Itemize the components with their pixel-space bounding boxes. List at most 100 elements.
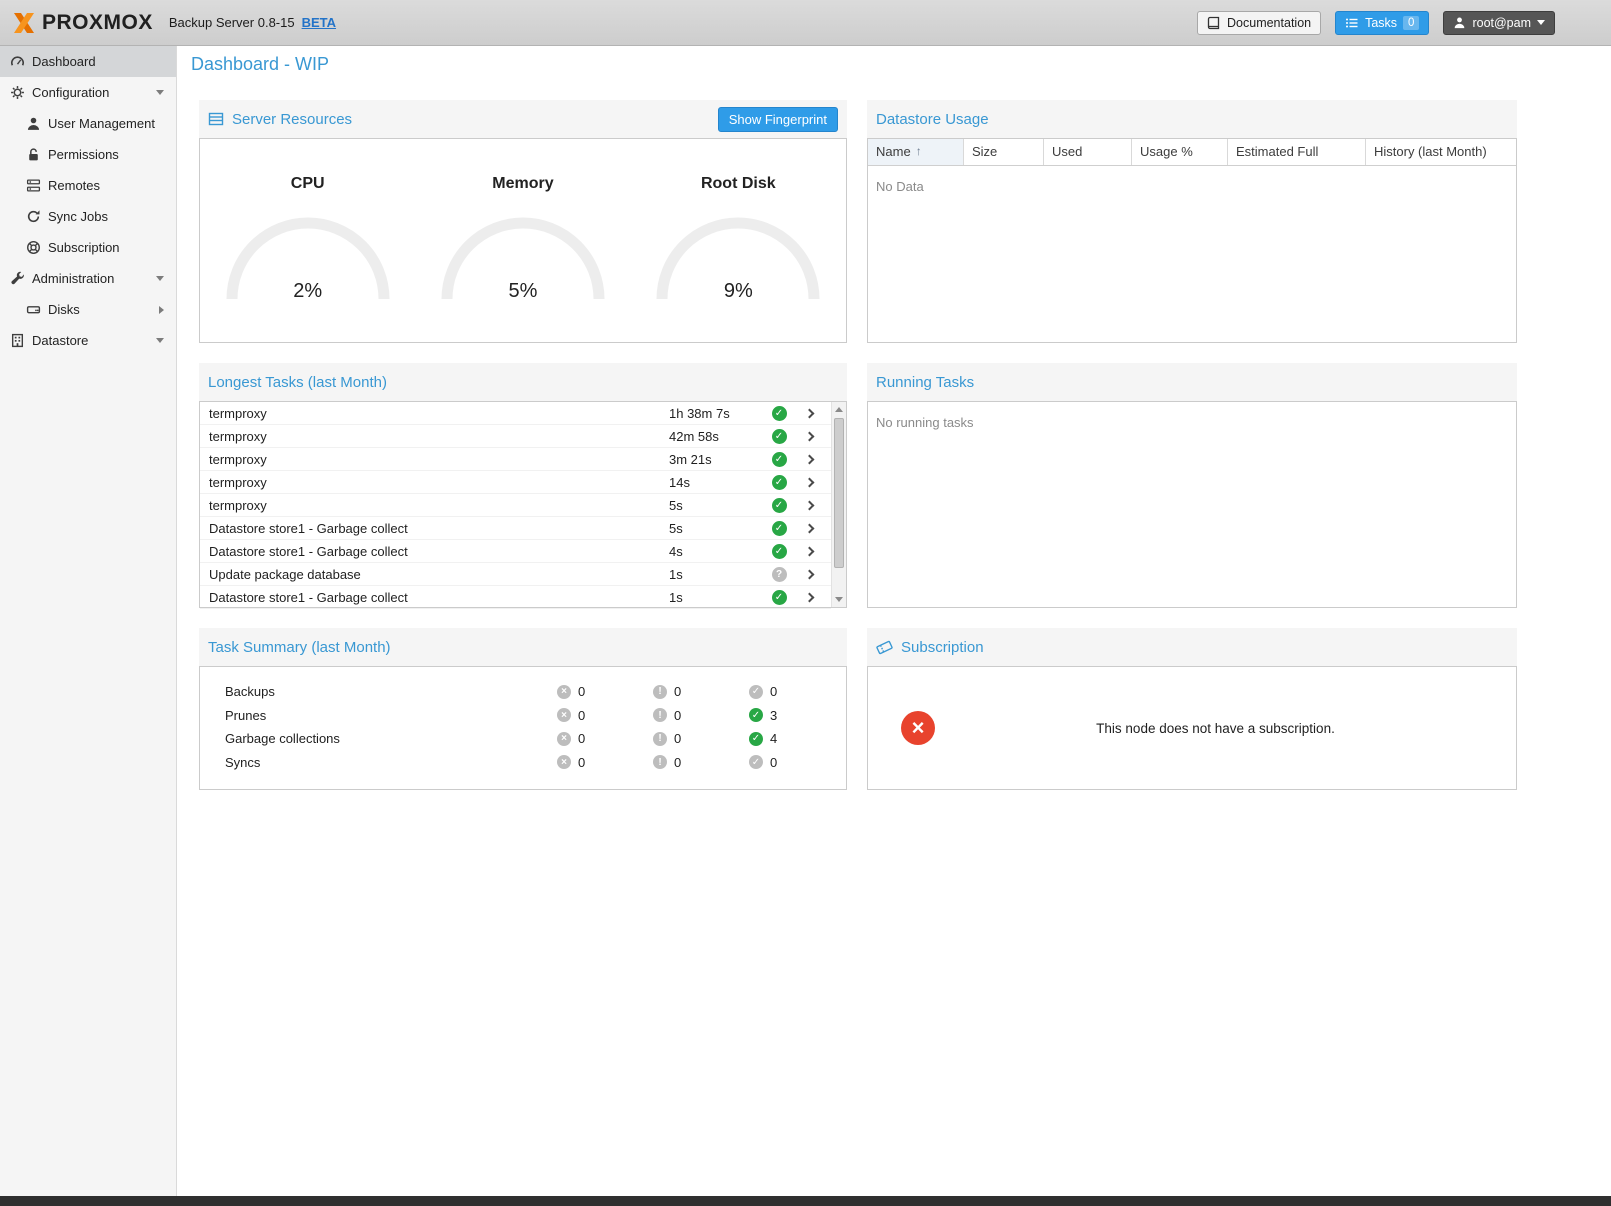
gears-icon — [10, 85, 25, 100]
hdd-icon — [26, 302, 41, 317]
chevron-right-icon — [804, 570, 814, 580]
open-task-button[interactable] — [794, 478, 824, 486]
scroll-up-button[interactable] — [832, 402, 846, 417]
beta-link[interactable]: BETA — [302, 15, 336, 30]
collapse-caret-icon[interactable] — [156, 90, 164, 95]
column-header-estimated-full[interactable]: Estimated Full — [1228, 139, 1366, 165]
book-icon — [1207, 16, 1221, 30]
task-row[interactable]: Datastore store1 - Garbage collect1s ✓ — [200, 586, 831, 609]
task-row[interactable]: Update package database1s ? — [200, 563, 831, 586]
open-task-button[interactable] — [794, 432, 824, 440]
scrollbar-thumb[interactable] — [834, 418, 844, 568]
task-row[interactable]: Datastore store1 - Garbage collect4s ✓ — [200, 540, 831, 563]
logo-wordmark: PROXMOX — [42, 11, 153, 35]
ok-status-icon: ✓ — [772, 498, 787, 513]
panel-title: Subscription — [901, 639, 984, 656]
task-row[interactable]: termproxy1h 38m 7s ✓ — [200, 402, 831, 425]
tasks-count-badge: 0 — [1403, 16, 1419, 30]
chevron-right-icon — [804, 455, 814, 465]
ok-status-icon: ✓ — [772, 452, 787, 467]
wrench-icon — [10, 271, 25, 286]
server-icon — [26, 178, 41, 193]
panel-title: Longest Tasks (last Month) — [208, 374, 387, 391]
cpu-gauge: CPU 2% — [208, 175, 408, 303]
refresh-icon — [26, 209, 41, 224]
task-list-icon — [1345, 16, 1359, 30]
panel-title: Datastore Usage — [876, 111, 989, 128]
user-icon — [1453, 16, 1466, 29]
ok-count-icon: ✓ — [749, 732, 763, 746]
open-task-button[interactable] — [794, 547, 824, 555]
panel-title: Server Resources — [232, 111, 352, 128]
tasks-button[interactable]: Tasks 0 — [1335, 11, 1429, 35]
error-count-icon: × — [557, 732, 571, 746]
server-resources-panel: Server Resources Show Fingerprint CPU 2% — [199, 100, 847, 343]
sidebar-item-sync-jobs[interactable]: Sync Jobs — [0, 201, 176, 232]
error-count-icon: × — [557, 755, 571, 769]
sidebar-item-configuration[interactable]: Configuration — [0, 77, 176, 108]
chevron-right-icon — [804, 501, 814, 511]
error-count-icon: × — [557, 708, 571, 722]
show-fingerprint-button[interactable]: Show Fingerprint — [718, 107, 838, 132]
building-icon — [10, 333, 25, 348]
summary-row-backups: Backups ×0 !0 ✓0 — [200, 680, 846, 704]
sidebar-item-dashboard[interactable]: Dashboard — [0, 46, 176, 77]
sidebar-item-subscription[interactable]: Subscription — [0, 232, 176, 263]
task-row[interactable]: termproxy42m 58s ✓ — [200, 425, 831, 448]
ok-status-icon: ✓ — [772, 521, 787, 536]
top-header: PROXMOX Backup Server 0.8-15 BETA Docume… — [0, 0, 1611, 46]
sidebar-item-disks[interactable]: Disks — [0, 294, 176, 325]
column-header-name[interactable]: Name ↑ — [868, 139, 964, 165]
task-row[interactable]: termproxy3m 21s ✓ — [200, 448, 831, 471]
summary-row-garbage-collections: Garbage collections ×0 !0 ✓4 — [200, 727, 846, 751]
warning-count-icon: ! — [653, 755, 667, 769]
open-task-button[interactable] — [794, 524, 824, 532]
task-row[interactable]: Datastore store1 - Garbage collect5s ✓ — [200, 517, 831, 540]
sidebar-item-user-management[interactable]: User Management — [0, 108, 176, 139]
ok-count-icon: ✓ — [749, 755, 763, 769]
chevron-right-icon — [804, 432, 814, 442]
main-content: Dashboard - WIP Server Resources Show Fi… — [177, 46, 1611, 1196]
collapse-caret-icon[interactable] — [156, 338, 164, 343]
ok-count-icon: ✓ — [749, 708, 763, 722]
unknown-status-icon: ? — [772, 567, 787, 582]
sidebar-item-administration[interactable]: Administration — [0, 263, 176, 294]
column-header-size[interactable]: Size — [964, 139, 1044, 165]
column-header-used[interactable]: Used — [1044, 139, 1132, 165]
user-icon — [26, 116, 41, 131]
user-menu-button[interactable]: root@pam — [1443, 11, 1555, 35]
open-task-button[interactable] — [794, 570, 824, 578]
chevron-right-icon — [804, 547, 814, 557]
warning-count-icon: ! — [653, 708, 667, 722]
vertical-scrollbar[interactable] — [831, 402, 846, 607]
ok-status-icon: ✓ — [772, 406, 787, 421]
page-title: Dashboard - WIP — [177, 46, 1611, 76]
ok-status-icon: ✓ — [772, 590, 787, 605]
sidebar-item-permissions[interactable]: Permissions — [0, 139, 176, 170]
proxmox-x-icon — [12, 12, 36, 34]
scroll-down-button[interactable] — [832, 592, 846, 607]
documentation-button[interactable]: Documentation — [1197, 11, 1321, 35]
task-row[interactable]: termproxy5s ✓ — [200, 494, 831, 517]
subscription-panel: Subscription × This node does not have a… — [867, 628, 1517, 790]
chevron-right-icon — [804, 593, 814, 603]
column-header-usage-pct[interactable]: Usage % — [1132, 139, 1228, 165]
open-task-button[interactable] — [794, 593, 824, 601]
no-running-tasks-text: No running tasks — [868, 402, 1516, 443]
sidebar-item-remotes[interactable]: Remotes — [0, 170, 176, 201]
open-task-button[interactable] — [794, 501, 824, 509]
collapse-caret-icon[interactable] — [156, 276, 164, 281]
no-data-text: No Data — [868, 166, 1516, 207]
open-task-button[interactable] — [794, 455, 824, 463]
column-header-history[interactable]: History (last Month) — [1366, 139, 1516, 165]
expand-caret-icon[interactable] — [159, 306, 164, 314]
longest-tasks-panel: Longest Tasks (last Month) termproxy1h 3… — [199, 363, 847, 608]
ok-status-icon: ✓ — [772, 544, 787, 559]
task-summary-panel: Task Summary (last Month) Backups ×0 !0 … — [199, 628, 847, 790]
ok-status-icon: ✓ — [772, 429, 787, 444]
triangle-up-icon — [835, 407, 843, 412]
tachometer-icon — [10, 54, 25, 69]
task-row[interactable]: termproxy14s ✓ — [200, 471, 831, 494]
open-task-button[interactable] — [794, 409, 824, 417]
sidebar-item-datastore[interactable]: Datastore — [0, 325, 176, 356]
